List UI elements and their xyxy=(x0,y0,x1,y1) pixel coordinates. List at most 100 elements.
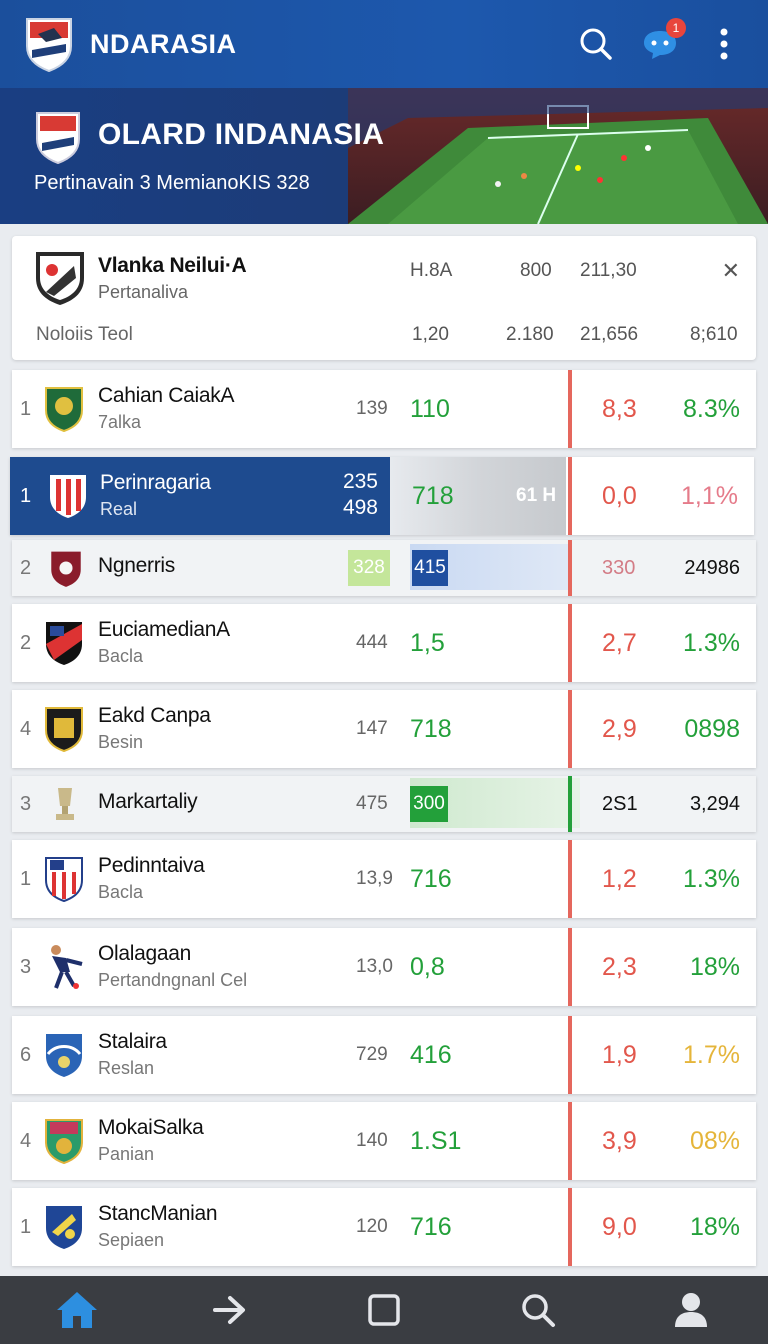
more-vert-icon xyxy=(720,28,728,60)
team-name: Markartaliy xyxy=(98,790,198,813)
row-rank: 1 xyxy=(20,867,32,890)
table-row[interactable]: 2 Ngnerris 328 415 330 24986 xyxy=(12,540,756,596)
team-crest-icon xyxy=(45,707,83,752)
row-rank: 1 xyxy=(20,484,32,507)
stat-value: 24986 xyxy=(684,556,740,579)
team-crest-icon xyxy=(46,1206,82,1249)
nav-forward[interactable] xyxy=(200,1280,260,1340)
table-row[interactable]: 2 EuciamedianA Bacla 444 1,5 2,7 1.3% xyxy=(12,604,756,682)
row-rank: 4 xyxy=(20,1129,32,1152)
stat-value: 9,0 xyxy=(602,1212,637,1241)
team-name: Stalaira xyxy=(98,1030,167,1053)
column-divider xyxy=(568,370,572,448)
stat-value: 716 xyxy=(410,1212,452,1241)
column-divider xyxy=(568,604,572,682)
search-button[interactable] xyxy=(576,24,616,64)
nav-home[interactable] xyxy=(47,1280,107,1340)
stat-value: 140 xyxy=(356,1130,388,1151)
percent-value: 1,1% xyxy=(681,481,738,510)
table-row[interactable]: 1 Pedinntaiva Bacla 13,9 716 1,2 1.3% xyxy=(12,840,756,918)
team-sub: Besin xyxy=(98,732,144,752)
percent-value: 1.3% xyxy=(683,864,740,893)
row-rank: 3 xyxy=(20,792,32,815)
team-sub: Panian xyxy=(98,1144,155,1164)
stat-value: 8,3 xyxy=(602,394,637,423)
percent-value: 18% xyxy=(689,952,740,981)
stat-value: 0,0 xyxy=(602,481,637,510)
more-menu-button[interactable] xyxy=(704,24,744,64)
column-divider xyxy=(568,1102,572,1180)
table-row[interactable]: 6 Stalaira Reslan 729 416 1,9 1.7% xyxy=(12,1016,756,1094)
chat-button[interactable]: 1 xyxy=(640,18,686,64)
column-divider xyxy=(568,840,572,918)
stat-value-stack: 235 498 xyxy=(343,469,378,547)
stat-value: 498 xyxy=(342,496,378,519)
club-crest-icon xyxy=(34,110,82,165)
table-row[interactable]: 3 Markartaliy 475 300 2S1 3,294 xyxy=(12,776,756,832)
stat-value: 2,7 xyxy=(602,628,637,657)
team-crest-icon xyxy=(50,475,86,518)
team-crest-icon xyxy=(45,857,83,902)
hero-subtitle: Pertinavain 3 MemianoKIS 328 xyxy=(34,172,310,194)
stat-value: 330 xyxy=(602,556,636,579)
stat-value: 1,9 xyxy=(602,1040,637,1069)
table-row[interactable]: 4 MokaiSalka Panian 140 1.S1 3,9 08% xyxy=(12,1102,756,1180)
team-name: Olalagaan xyxy=(98,942,192,965)
hero-banner: OLARD INDANASIA Pertinavain 3 MemianoKIS… xyxy=(0,88,768,224)
stat-value: 3,9 xyxy=(602,1126,637,1155)
stat-value: 416 xyxy=(410,1040,452,1069)
stat-value: 13,0 xyxy=(356,956,393,977)
stat-value: 1,5 xyxy=(410,628,445,657)
home-icon xyxy=(56,1292,97,1328)
table-row[interactable]: 1 StancManian Sepiaen 120 716 9,0 18% xyxy=(12,1188,756,1266)
stat-value: 716 xyxy=(410,864,452,893)
summary-bottom-value: 8;610 xyxy=(690,324,738,345)
column-divider xyxy=(568,776,572,832)
nav-profile[interactable] xyxy=(661,1280,721,1340)
notification-badge: 1 xyxy=(666,18,686,38)
table-row[interactable]: 4 Eakd Canpa Besin 147 718 2,9 0898 xyxy=(12,690,756,768)
hero-title: OLARD INDANASIA xyxy=(98,118,385,151)
team-name: Ngnerris xyxy=(98,554,175,577)
table-row[interactable]: 3 Olalagaan Pertandngnanl Cel 13,0 0,8 2… xyxy=(12,928,756,1006)
stadium-image xyxy=(348,88,768,224)
stat-value: 0,8 xyxy=(410,952,445,981)
stat-value: 475 xyxy=(356,793,388,814)
row-rank: 3 xyxy=(20,955,32,978)
team-name: Pedinntaiva xyxy=(98,854,205,877)
team-name: MokaiSalka xyxy=(98,1116,204,1139)
column-divider xyxy=(568,540,572,596)
stat-value: 718 xyxy=(412,481,454,510)
player-icon xyxy=(51,945,83,989)
team-crest-icon xyxy=(45,387,83,432)
stat-value: 1.S1 xyxy=(410,1126,462,1155)
nav-overview[interactable] xyxy=(354,1280,414,1340)
column-divider xyxy=(568,457,572,535)
table-row-selected[interactable]: 1 Perinragaria Real 235 498 718 61 H 0,0… xyxy=(10,457,754,535)
stat-value: 1,2 xyxy=(602,864,637,893)
percent-value: 18% xyxy=(689,1212,740,1241)
percent-value: 0898 xyxy=(684,714,740,743)
value-chip: 300 xyxy=(410,786,448,822)
profile-icon xyxy=(675,1293,708,1327)
team-name: Perinragaria xyxy=(100,471,211,494)
app-bar: NDARASIA 1 xyxy=(0,0,768,88)
team-sub: Reslan xyxy=(98,1058,155,1078)
column-divider xyxy=(568,928,572,1006)
row-rank: 2 xyxy=(20,556,32,579)
team-sub: Pertandngnanl Cel xyxy=(98,970,248,990)
summary-top-value: 211,30 xyxy=(580,260,637,281)
close-icon[interactable]: ✕ xyxy=(722,258,740,284)
summary-card: Vlanka Neilui·A Pertanaliva Noloiis Teol… xyxy=(12,236,756,360)
summary-bottom-value: 2.180 xyxy=(506,324,554,345)
column-divider xyxy=(568,690,572,768)
row-rank: 2 xyxy=(20,631,32,654)
percent-value: 1.3% xyxy=(683,628,740,657)
stat-value: 120 xyxy=(356,1216,388,1237)
stat-value: 2,3 xyxy=(602,952,637,981)
square-icon xyxy=(368,1294,400,1326)
team-name: EuciamedianA xyxy=(98,618,230,641)
table-row[interactable]: 1 Cahian CaiakA 7alka 139 110 8,3 8.3% xyxy=(12,370,756,448)
nav-search[interactable] xyxy=(508,1280,568,1340)
team-badge-icon xyxy=(34,248,86,306)
